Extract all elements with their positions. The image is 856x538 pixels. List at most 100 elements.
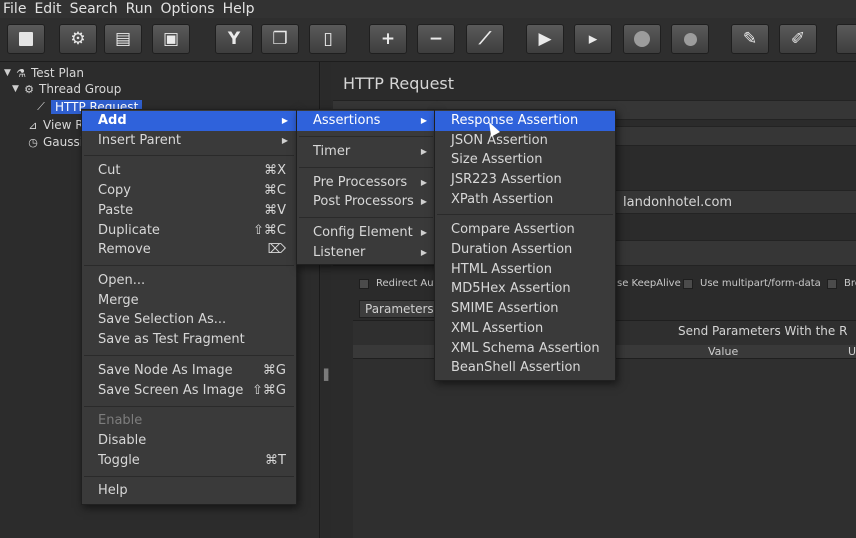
tab-parameters[interactable]: Parameters xyxy=(359,300,440,318)
new-icon xyxy=(19,32,33,46)
checkbox-box xyxy=(827,278,837,289)
menu-item-xpath-assertion[interactable]: XPath Assertion xyxy=(435,190,615,210)
shutdown-button[interactable] xyxy=(671,24,709,54)
menu-item-enable: Enable xyxy=(98,413,143,428)
minus-icon: − xyxy=(428,28,444,49)
expand-triangle-icon[interactable]: ▼ xyxy=(12,84,22,94)
redirect-checkbox[interactable]: Redirect Aut xyxy=(359,278,438,289)
tree-node-thread-group[interactable]: ▼ ⚙ Thread Group xyxy=(12,81,121,97)
clear-all-icon: ✐ xyxy=(790,28,806,49)
menu-item-help[interactable]: Help xyxy=(82,481,296,501)
menu-item-save-node-image[interactable]: Save Node As Image ⌘G xyxy=(82,361,296,381)
menu-item-save-selection[interactable]: Save Selection As... xyxy=(82,310,296,330)
menu-item-open[interactable]: Open... xyxy=(82,271,296,291)
menu-item-save-screen-image[interactable]: Save Screen As Image ⇧⌘G xyxy=(82,381,296,401)
submenu-arrow-icon: ▶ xyxy=(281,136,288,145)
clear-button[interactable]: ✎ xyxy=(731,24,769,54)
templates-button[interactable]: ⚙ xyxy=(59,24,97,54)
menu-item-copy[interactable]: Copy ⌘C xyxy=(82,181,296,201)
menu-separator xyxy=(299,167,433,168)
cut-button[interactable]: Y xyxy=(215,24,253,54)
menu-item-beanshell-assertion[interactable]: BeanShell Assertion xyxy=(435,358,615,378)
submenu-arrow-icon: ▶ xyxy=(420,178,427,187)
menu-item-response-assertion[interactable]: Response Assertion xyxy=(435,111,615,131)
save-icon: ▣ xyxy=(162,28,180,49)
menu-separator xyxy=(84,406,294,407)
menu-item-toggle[interactable]: Toggle ⌘T xyxy=(82,451,296,471)
menu-item-config-element[interactable]: Config Element ▶ xyxy=(297,223,435,243)
menu-item-compare-assertion[interactable]: Compare Assertion xyxy=(435,220,615,240)
menu-file[interactable]: File xyxy=(0,0,30,18)
paste-button[interactable]: ▯ xyxy=(309,24,347,54)
menu-item-smime-assertion[interactable]: SMIME Assertion xyxy=(435,299,615,319)
browser-headers-checkbox[interactable]: Bro xyxy=(827,278,856,289)
copy-button[interactable]: ❐ xyxy=(261,24,299,54)
menu-item-xml-assertion[interactable]: XML Assertion xyxy=(435,319,615,339)
menu-item-paste[interactable]: Paste ⌘V xyxy=(82,201,296,221)
save-button[interactable]: ▣ xyxy=(152,24,190,54)
menu-help[interactable]: Help xyxy=(219,0,259,18)
open-icon: ▤ xyxy=(114,28,132,49)
menu-item-pre-processors[interactable]: Pre Processors ▶ xyxy=(297,173,435,193)
chart-icon: ⊿ xyxy=(28,118,38,132)
menu-item-listener[interactable]: Listener ▶ xyxy=(297,243,435,263)
tree-node-test-plan[interactable]: ▼ ⚗ Test Plan xyxy=(4,65,84,81)
menu-item-save-fragment[interactable]: Save as Test Fragment xyxy=(82,330,296,350)
expand-button[interactable]: + xyxy=(369,24,407,54)
menu-item-duration-assertion[interactable]: Duration Assertion xyxy=(435,240,615,260)
menu-item-md5hex-assertion[interactable]: MD5Hex Assertion xyxy=(435,279,615,299)
menu-item-xml-schema-assertion[interactable]: XML Schema Assertion xyxy=(435,339,615,359)
start-icon: ▶ xyxy=(538,28,552,49)
templates-icon: ⚙ xyxy=(70,28,86,49)
menu-item-size-assertion[interactable]: Size Assertion xyxy=(435,150,615,170)
expand-triangle-icon[interactable]: ▼ xyxy=(4,68,14,78)
start-button[interactable]: ▶ xyxy=(526,24,564,54)
menu-item-merge[interactable]: Merge xyxy=(82,291,296,311)
keepalive-checkbox-label[interactable]: se KeepAlive xyxy=(617,278,681,289)
send-parameters-label: Send Parameters With the R xyxy=(678,324,848,338)
clear-all-button[interactable]: ✐ xyxy=(779,24,817,54)
server-name-value[interactable]: landonhotel.com xyxy=(623,195,732,210)
checkbox-box xyxy=(359,278,369,289)
menu-item-html-assertion[interactable]: HTML Assertion xyxy=(435,260,615,280)
menu-item-post-processors[interactable]: Post Processors ▶ xyxy=(297,192,435,212)
menu-search[interactable]: Search xyxy=(66,0,122,18)
submenu-arrow-icon: ▶ xyxy=(420,228,427,237)
submenu-arrow-icon: ▶ xyxy=(420,248,427,257)
menu-options[interactable]: Options xyxy=(157,0,219,18)
clear-icon: ✎ xyxy=(742,28,758,49)
tree-node-view-results[interactable]: ⊿ View R xyxy=(26,117,83,133)
menu-run[interactable]: Run xyxy=(122,0,157,18)
open-button[interactable]: ▤ xyxy=(104,24,142,54)
menu-edit[interactable]: Edit xyxy=(30,0,65,18)
toggle-button[interactable]: ⟋ xyxy=(466,24,504,54)
stop-button[interactable] xyxy=(623,24,661,54)
menu-item-cut[interactable]: Cut ⌘X xyxy=(82,161,296,181)
menu-item-jsr223-assertion[interactable]: JSR223 Assertion xyxy=(435,170,615,190)
more-tools-button[interactable] xyxy=(836,24,856,54)
menu-separator xyxy=(84,265,294,266)
add-submenu: Assertions ▶ Timer ▶ Pre Processors ▶ Post … xyxy=(296,109,436,265)
menu-item-timer[interactable]: Timer ▶ xyxy=(297,142,435,162)
submenu-arrow-icon: ▶ xyxy=(420,147,427,156)
submenu-arrow-icon: ▶ xyxy=(420,197,427,206)
menu-bar: File Edit Search Run Options Help xyxy=(0,0,856,18)
column-url-encode: U xyxy=(848,345,856,358)
menu-item-assertions[interactable]: Assertions ▶ xyxy=(297,111,435,131)
menu-item-remove[interactable]: Remove ⌦ xyxy=(82,240,296,260)
tree-node-gaussian-timer[interactable]: ◷ Gaussi xyxy=(26,134,83,150)
collapse-button[interactable]: − xyxy=(417,24,455,54)
menu-separator xyxy=(84,355,294,356)
panel-title: HTTP Request xyxy=(343,74,455,93)
multipart-checkbox[interactable]: Use multipart/form-data xyxy=(683,278,821,289)
stop-icon xyxy=(634,31,650,47)
menu-item-json-assertion[interactable]: JSON Assertion xyxy=(435,131,615,151)
menu-item-duplicate[interactable]: Duplicate ⇧⌘C xyxy=(82,221,296,241)
new-button[interactable] xyxy=(7,24,45,54)
menu-item-disable[interactable]: Disable xyxy=(82,431,296,451)
start-no-pause-button[interactable]: ▸ xyxy=(574,24,612,54)
menu-item-insert-parent[interactable]: Insert Parent ▶ xyxy=(82,131,296,151)
submenu-arrow-icon: ▶ xyxy=(281,116,288,125)
shutdown-icon xyxy=(683,32,697,46)
menu-item-add[interactable]: Add ▶ xyxy=(82,111,296,131)
